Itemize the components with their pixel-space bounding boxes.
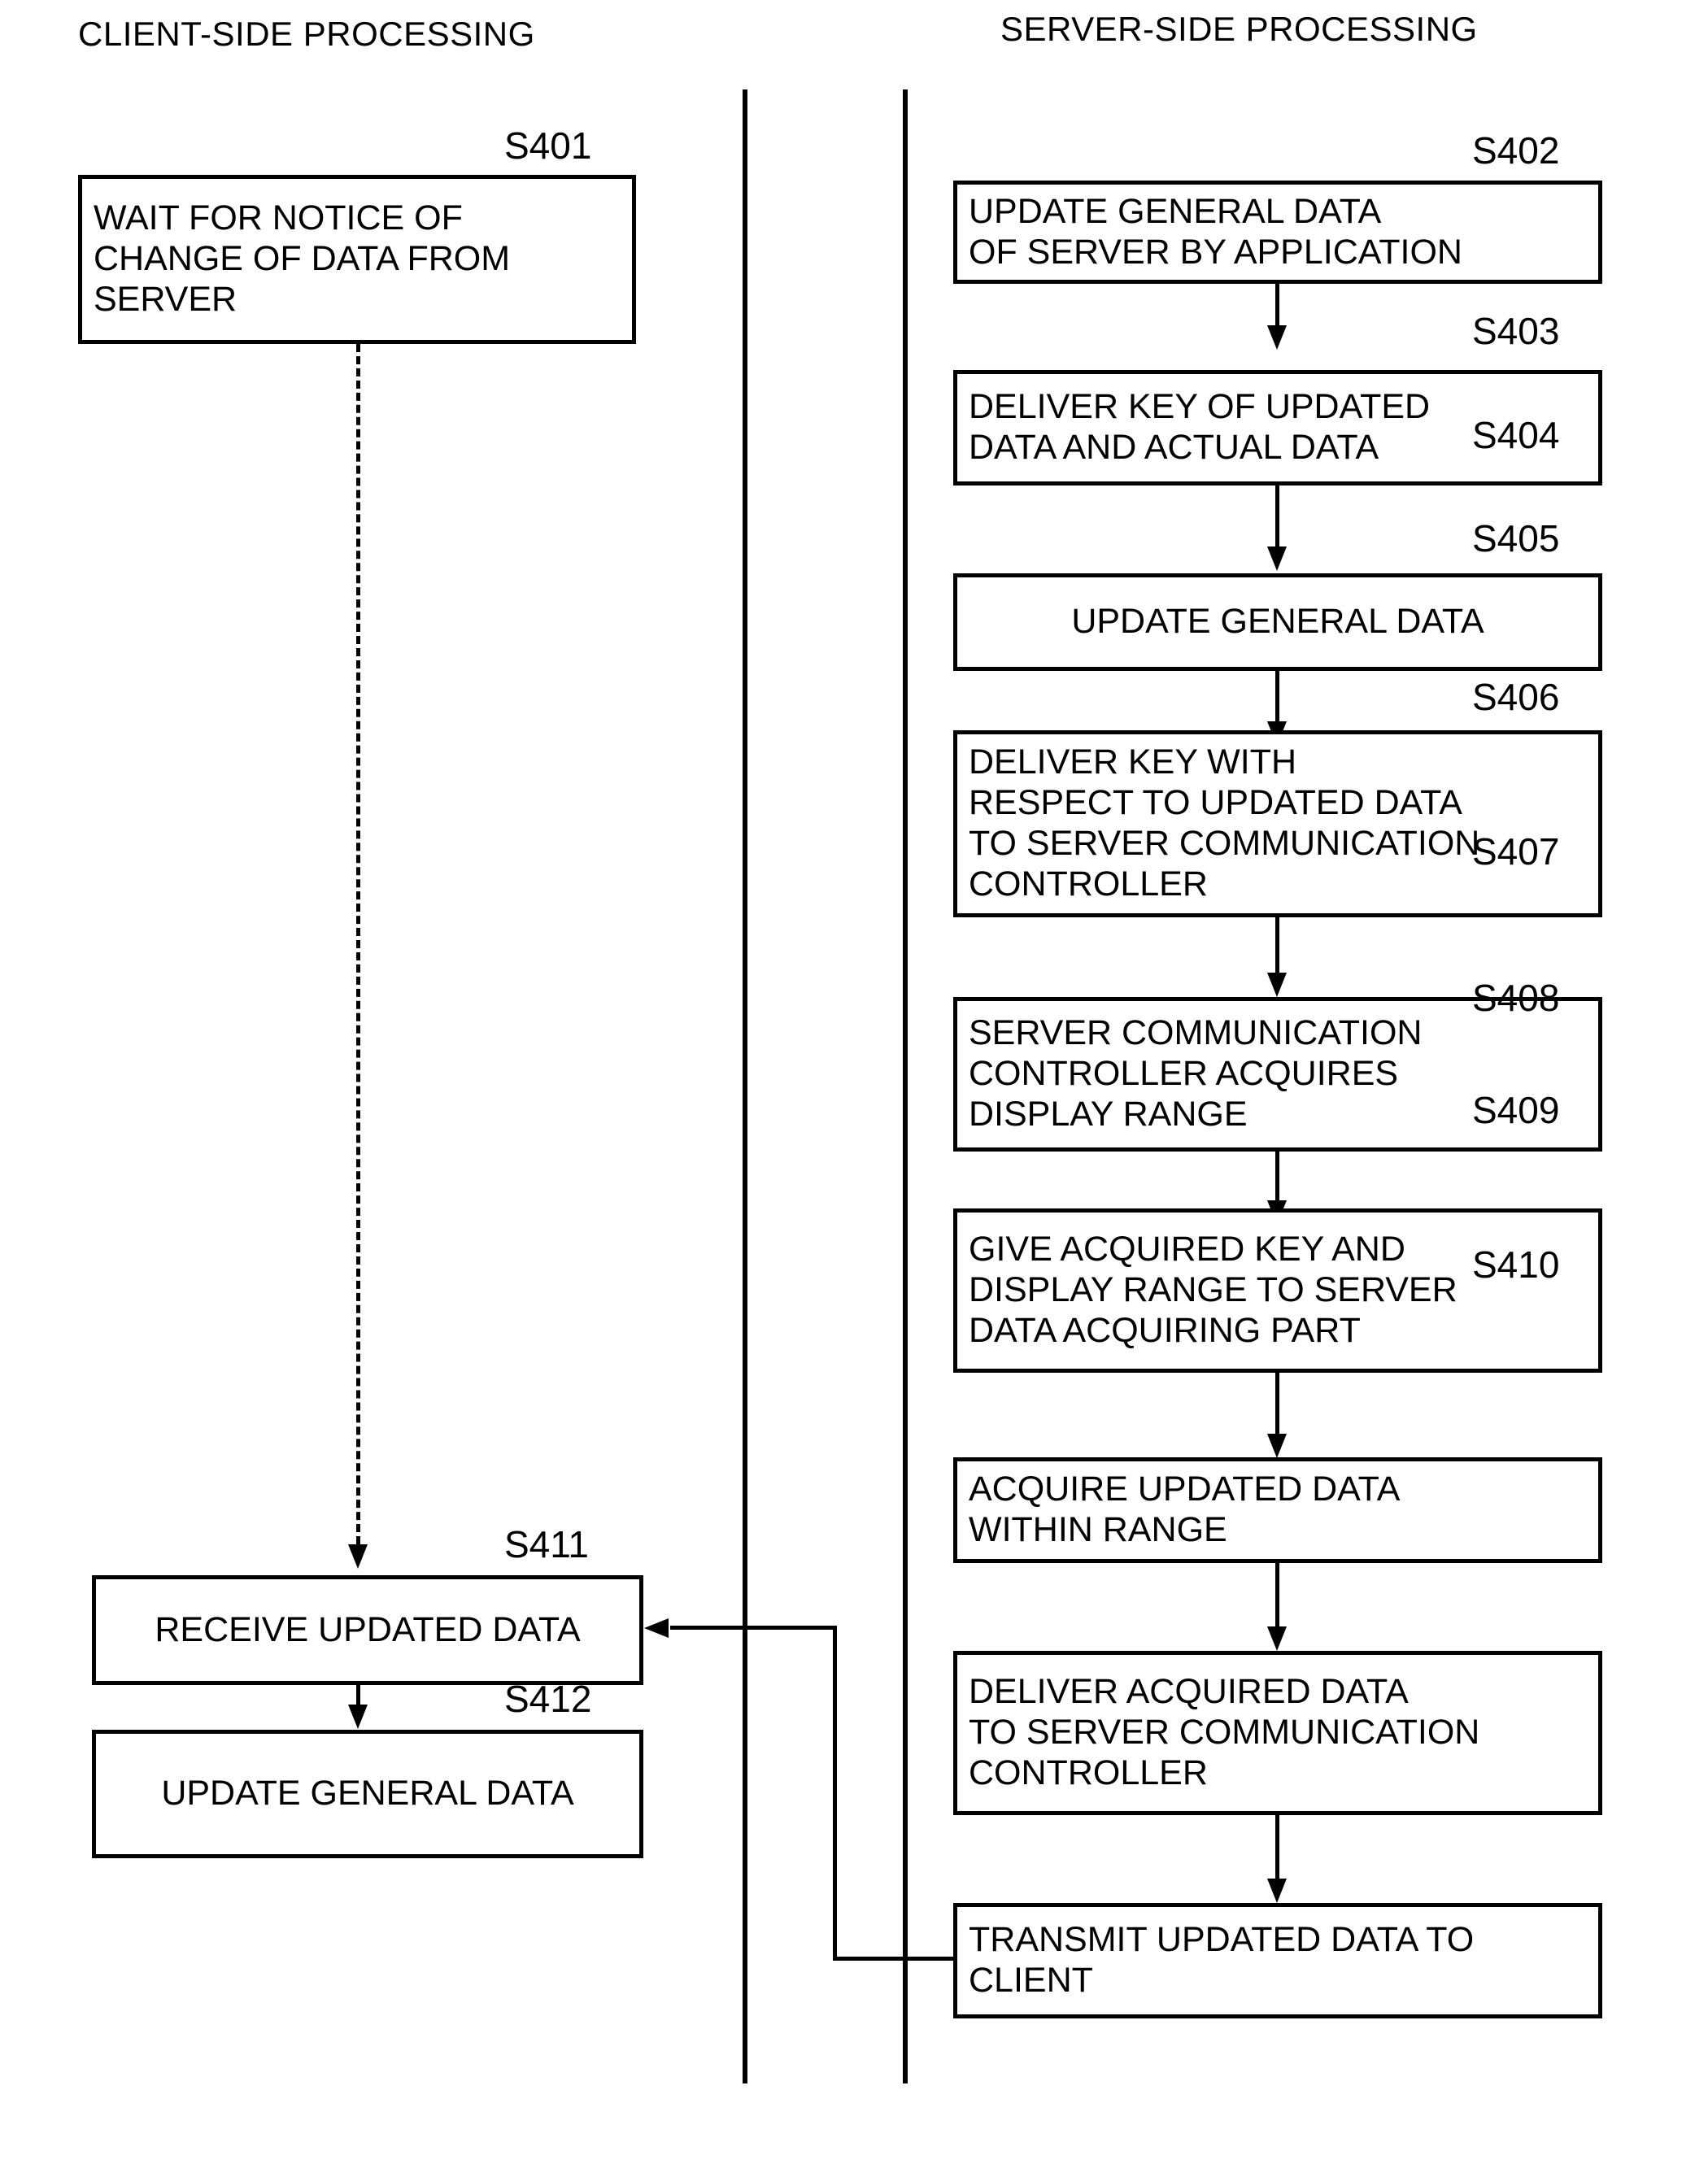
arrow-s401-to-s411: [348, 1544, 368, 1569]
client-side-heading: CLIENT-SIDE PROCESSING: [78, 15, 535, 53]
step-id-s408: S408: [1472, 977, 1560, 1019]
step-id-s409: S409: [1472, 1089, 1560, 1131]
server-side-heading: SERVER-SIDE PROCESSING: [1000, 10, 1478, 48]
step-text-s408: ACQUIRE UPDATED DATA WITHIN RANGE: [969, 1470, 1401, 1549]
step-id-s407: S407: [1472, 830, 1560, 873]
connector-s401-to-s411: [356, 344, 360, 1544]
step-id-s401: S401: [504, 124, 592, 167]
step-id-s405: S405: [1472, 517, 1560, 560]
step-text-s405: DELIVER KEY WITH RESPECT TO UPDATED DATA…: [969, 742, 1480, 903]
step-box-s410[interactable]: TRANSMIT UPDATED DATA TO CLIENT: [953, 1903, 1602, 2018]
step-id-s404: S404: [1472, 414, 1560, 456]
step-text-s411: RECEIVE UPDATED DATA: [155, 1609, 581, 1649]
step-id-s402: S402: [1472, 129, 1560, 172]
arrow-s405-to-s406: [1267, 973, 1287, 997]
step-id-s406: S406: [1472, 676, 1560, 718]
connector-s402-to-s403: [1275, 284, 1279, 331]
step-box-s404[interactable]: UPDATE GENERAL DATA: [953, 573, 1602, 671]
step-text-s401: WAIT FOR NOTICE OF CHANGE OF DATA FROM S…: [94, 198, 511, 319]
arrow-s410-to-s411: [644, 1618, 669, 1638]
connector-s409-to-s410: [1275, 1815, 1279, 1887]
step-box-s407[interactable]: GIVE ACQUIRED KEY AND DISPLAY RANGE TO S…: [953, 1208, 1602, 1373]
arrow-s402-to-s403: [1267, 325, 1287, 350]
swimlane-divider-right: [903, 89, 908, 2083]
step-text-s412: UPDATE GENERAL DATA: [161, 1774, 574, 1813]
step-text-s404: UPDATE GENERAL DATA: [1071, 602, 1484, 642]
step-text-s410: TRANSMIT UPDATED DATA TO CLIENT: [969, 1920, 1475, 2000]
arrow-s409-to-s410: [1267, 1879, 1287, 1903]
flowchart-canvas: CLIENT-SIDE PROCESSING SERVER-SIDE PROCE…: [0, 0, 1708, 2164]
swimlane-divider-left: [743, 89, 747, 2083]
arrow-s411-to-s412: [348, 1705, 368, 1729]
step-id-s410: S410: [1472, 1243, 1560, 1286]
step-box-s402[interactable]: UPDATE GENERAL DATA OF SERVER BY APPLICA…: [953, 181, 1602, 284]
step-box-s411[interactable]: RECEIVE UPDATED DATA: [92, 1575, 643, 1685]
step-id-s412: S412: [504, 1678, 592, 1720]
step-id-s411: S411: [504, 1523, 590, 1565]
step-text-s402: UPDATE GENERAL DATA OF SERVER BY APPLICA…: [969, 191, 1462, 272]
step-box-s409[interactable]: DELIVER ACQUIRED DATA TO SERVER COMMUNIC…: [953, 1651, 1602, 1815]
arrow-s403-to-s404: [1267, 546, 1287, 571]
step-text-s409: DELIVER ACQUIRED DATA TO SERVER COMMUNIC…: [969, 1672, 1480, 1792]
connector-s410-feedback-top: [670, 1626, 837, 1630]
arrow-s407-to-s408: [1267, 1434, 1287, 1458]
step-id-s403: S403: [1472, 310, 1560, 352]
connector-s407-to-s408: [1275, 1373, 1279, 1442]
connector-s410-feedback-bottom: [833, 1957, 955, 1961]
arrow-s408-to-s409: [1267, 1626, 1287, 1651]
connector-s408-to-s409: [1275, 1563, 1279, 1635]
step-box-s412[interactable]: UPDATE GENERAL DATA: [92, 1730, 643, 1858]
connector-s410-feedback-vertical: [833, 1626, 837, 1961]
step-box-s405[interactable]: DELIVER KEY WITH RESPECT TO UPDATED DATA…: [953, 730, 1602, 917]
step-box-s408[interactable]: ACQUIRE UPDATED DATA WITHIN RANGE: [953, 1457, 1602, 1563]
step-box-s401[interactable]: WAIT FOR NOTICE OF CHANGE OF DATA FROM S…: [78, 175, 636, 344]
connector-s403-to-s404: [1275, 485, 1279, 555]
connector-s405-to-s406: [1275, 917, 1279, 981]
